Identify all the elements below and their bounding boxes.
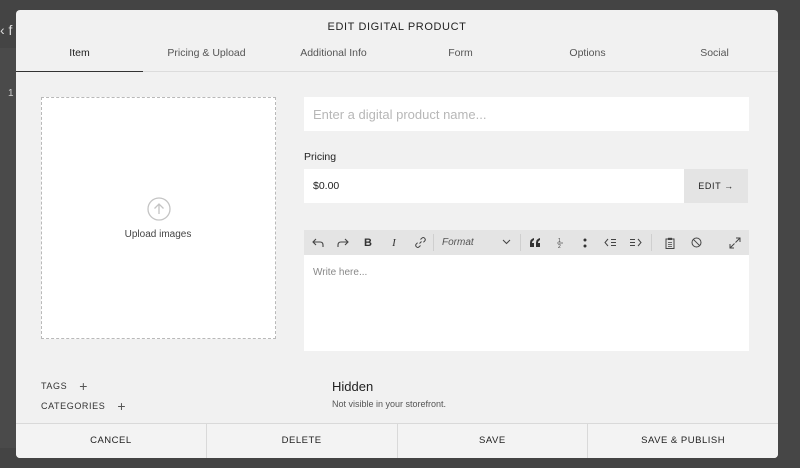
link-icon[interactable]	[410, 230, 430, 255]
visibility-status[interactable]: Hidden	[332, 379, 373, 394]
upload-images-dropzone[interactable]: Upload images	[41, 97, 276, 339]
tab-options[interactable]: Options	[524, 44, 651, 71]
format-select-label: Format	[442, 237, 474, 248]
tab-social[interactable]: Social	[651, 44, 778, 71]
delete-button[interactable]: DELETE	[207, 424, 398, 458]
back-arrow-icon[interactable]: ‹ f	[0, 22, 14, 38]
background-right-panel	[778, 40, 800, 460]
background-sidebar	[0, 48, 16, 448]
tab-bar: Item Pricing & Upload Additional Info Fo…	[16, 44, 778, 72]
bullet-list-icon[interactable]	[575, 230, 595, 255]
tab-additional-info[interactable]: Additional Info	[270, 44, 397, 71]
editor-toolbar: B I Format 12	[304, 230, 749, 255]
quote-icon[interactable]	[525, 230, 545, 255]
description-editor[interactable]: Write here...	[304, 255, 749, 351]
expand-icon[interactable]	[724, 230, 746, 255]
add-tag-button[interactable]: +	[79, 379, 88, 393]
add-category-button[interactable]: +	[117, 399, 126, 413]
arrow-up-circle-icon	[147, 197, 171, 221]
categories-label: CATEGORIES	[41, 401, 106, 411]
save-button[interactable]: SAVE	[398, 424, 589, 458]
product-name-input[interactable]	[304, 97, 749, 131]
ordered-list-icon[interactable]: 12	[550, 230, 570, 255]
clear-format-icon[interactable]	[686, 230, 706, 255]
format-select[interactable]: Format	[436, 230, 518, 255]
visibility-description: Not visible in your storefront.	[332, 399, 447, 409]
dialog-footer: CANCEL DELETE SAVE SAVE & PUBLISH	[16, 423, 778, 458]
background-number: 1	[8, 88, 14, 99]
tab-pricing-upload[interactable]: Pricing & Upload	[143, 44, 270, 71]
toolbar-divider	[520, 234, 521, 251]
indent-icon[interactable]	[625, 230, 645, 255]
bold-button[interactable]: B	[358, 230, 378, 255]
italic-button[interactable]: I	[384, 230, 404, 255]
tab-form[interactable]: Form	[397, 44, 524, 71]
price-field[interactable]: $0.00	[304, 169, 684, 203]
upload-images-label: Upload images	[124, 229, 192, 240]
toolbar-divider	[651, 234, 652, 251]
undo-icon[interactable]	[308, 230, 328, 255]
toolbar-divider	[433, 234, 434, 251]
edit-pricing-button[interactable]: EDIT →	[684, 169, 748, 203]
tab-item[interactable]: Item	[16, 44, 143, 72]
tags-row: TAGS +	[41, 379, 88, 393]
tags-label: TAGS	[41, 381, 68, 391]
svg-text:2: 2	[558, 244, 561, 249]
categories-row: CATEGORIES +	[41, 399, 126, 413]
clipboard-icon[interactable]	[660, 230, 680, 255]
dialog-title: EDIT DIGITAL PRODUCT	[327, 21, 467, 33]
chevron-down-icon	[502, 239, 511, 245]
edit-product-dialog: EDIT DIGITAL PRODUCT Item Pricing & Uplo…	[16, 10, 778, 458]
cancel-button[interactable]: CANCEL	[16, 424, 207, 458]
outdent-icon[interactable]	[600, 230, 620, 255]
save-publish-button[interactable]: SAVE & PUBLISH	[588, 424, 778, 458]
pricing-label: Pricing	[304, 151, 337, 163]
redo-icon[interactable]	[333, 230, 353, 255]
